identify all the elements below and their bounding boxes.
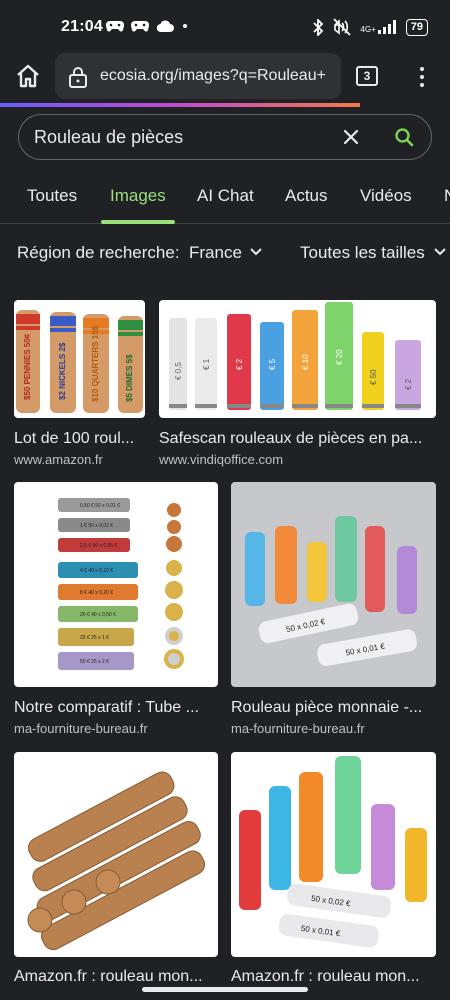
search-input[interactable]: Rouleau de pièces [34,127,183,148]
search-box[interactable]: Rouleau de pièces [18,114,432,160]
tab-news[interactable]: Actus [285,186,328,206]
tube-label: 20 € 40 x 0,50 € [80,612,116,618]
page-load-progress [0,103,360,107]
colored-tubes-image: 50 x 0,02 € 50 x 0,01 € [245,516,417,666]
result-source[interactable]: www.vindiqoffice.com [159,452,436,467]
bluetooth-icon [313,18,324,36]
tab-images[interactable]: Images [110,186,166,206]
result-thumbnail[interactable]: 50 x 0,02 € 50 x 0,01 € [231,482,436,687]
result-thumbnail[interactable]: 50 x 0,02 € 50 x 0,01 € [231,752,436,957]
wrapper-label: $50 PENNIES 50¢ [23,333,32,400]
tab-ai-chat[interactable]: AI Chat [197,186,254,206]
result-thumbnail[interactable] [14,752,218,957]
home-button[interactable] [14,62,42,90]
result-title[interactable]: Lot de 100 roul... [14,430,149,448]
cloud-icon [156,20,174,32]
gamepad-icon [131,20,149,32]
url-text[interactable]: ecosia.org/images?q=Rouleau+ [100,67,338,85]
network-type: 4G+ [360,25,376,34]
status-time: 21:04 [61,18,103,35]
battery-indicator: 79 [405,18,428,36]
result-title[interactable]: Rouleau pièce monnaie -... [231,699,436,717]
result-thumbnail[interactable]: 0,50 € 50 x 0,01 € 1 € 50 x 0,02 € 2,5 €… [14,482,218,687]
tube-label: 8 € 40 x 0,20 € [80,590,113,596]
copper-coin-rolls-image [27,771,206,951]
signal-icon [377,20,396,34]
result-source[interactable]: www.amazon.fr [14,452,149,467]
search-icon[interactable] [393,126,415,148]
mute-icon [333,18,352,36]
region-filter-dropdown[interactable]: France [189,243,242,263]
result-source[interactable]: ma-fourniture-bureau.fr [14,721,218,736]
overflow-menu-button[interactable] [414,64,430,90]
gamepad-icon [106,20,124,32]
wrapper-label: $2 NICKELS 2$ [58,342,67,400]
tab-more[interactable]: N [444,186,450,206]
tab-switcher-button[interactable]: 3 [356,66,378,86]
home-icon [17,64,39,88]
result-thumbnail[interactable]: € 0,5 € 1 € 2 € 5 € 10 € 20 € 50 € 2 [159,300,436,418]
tube-label: € 5 [268,358,277,370]
tube-label: € 1 [202,358,211,370]
browser-toolbar: ecosia.org/images?q=Rouleau+ 3 [0,52,450,102]
result-title[interactable]: Safescan rouleaux de pièces en pa... [159,430,436,448]
notification-icons [106,19,189,33]
tube-label: € 50 [369,369,378,385]
dot-icon [420,83,424,87]
tube-label: € 0,5 [174,362,183,380]
region-filter-label: Région de recherche: [17,243,180,262]
result-source[interactable]: ma-fourniture-bureau.fr [231,721,436,736]
tube-label: 1 € 50 x 0,02 € [80,523,113,529]
wrapper-label: $5 DIMES 5$ [125,354,134,402]
tube-label: 4 € 40 x 0,10 € [80,568,113,574]
tube-label: 50 € 25 x 2 € [80,659,109,665]
result-thumbnail[interactable]: $50 PENNIES 50¢ $2 NICKELS 2$ $10 QUARTE… [14,300,145,418]
dot-icon [183,24,187,28]
tube-label: 25 € 25 x 1 € [80,635,109,641]
search-tabs: Toutes Images AI Chat Actus Vidéos N [0,172,450,224]
tube-label: € 2 [404,378,413,390]
filter-bar: Région de recherche: France Toutes les t… [0,240,450,268]
wrapper-label: $10 QUARTERS 10$ [91,325,100,402]
dot-icon [420,75,424,79]
gesture-home-indicator[interactable] [142,987,308,992]
result-title[interactable]: Amazon.fr : rouleau mon... [231,968,436,986]
tab-videos[interactable]: Vidéos [360,186,412,206]
chevron-down-icon[interactable] [249,247,263,257]
colored-tubes-image: 50 x 0,02 € 50 x 0,01 € [239,756,427,948]
tube-label: 0,50 € 50 x 0,01 € [80,503,120,509]
coin-tube-comparison-image: 0,50 € 50 x 0,01 € 1 € 50 x 0,02 € 2,5 €… [58,498,184,670]
tube-label: € 20 [335,349,344,365]
result-title[interactable]: Amazon.fr : rouleau mon... [14,968,218,986]
size-filter-dropdown[interactable]: Toutes les tailles [300,243,425,263]
chevron-down-icon[interactable] [433,247,447,257]
result-title[interactable]: Notre comparatif : Tube ... [14,699,218,717]
coin-wrappers-image: $50 PENNIES 50¢ $2 NICKELS 2$ $10 QUARTE… [16,310,143,413]
coin-roll-tubes-image: € 0,5 € 1 € 2 € 5 € 10 € 20 € 50 € 2 [169,302,421,410]
tube-label: € 10 [301,354,310,370]
lock-icon[interactable] [67,65,89,89]
tube-label: € 2 [235,358,244,370]
url-bar[interactable]: ecosia.org/images?q=Rouleau+ [55,53,341,99]
clear-icon[interactable] [340,126,362,148]
active-tab-indicator [101,220,175,224]
status-bar: 21:04 4G+ 79 [0,0,450,52]
tube-label: 2,5 € 50 x 0,05 € [80,543,117,549]
tab-all[interactable]: Toutes [27,186,77,206]
signal-indicator: 4G+ [360,20,397,34]
system-status: 4G+ 79 [312,18,428,36]
dot-icon [420,67,424,71]
